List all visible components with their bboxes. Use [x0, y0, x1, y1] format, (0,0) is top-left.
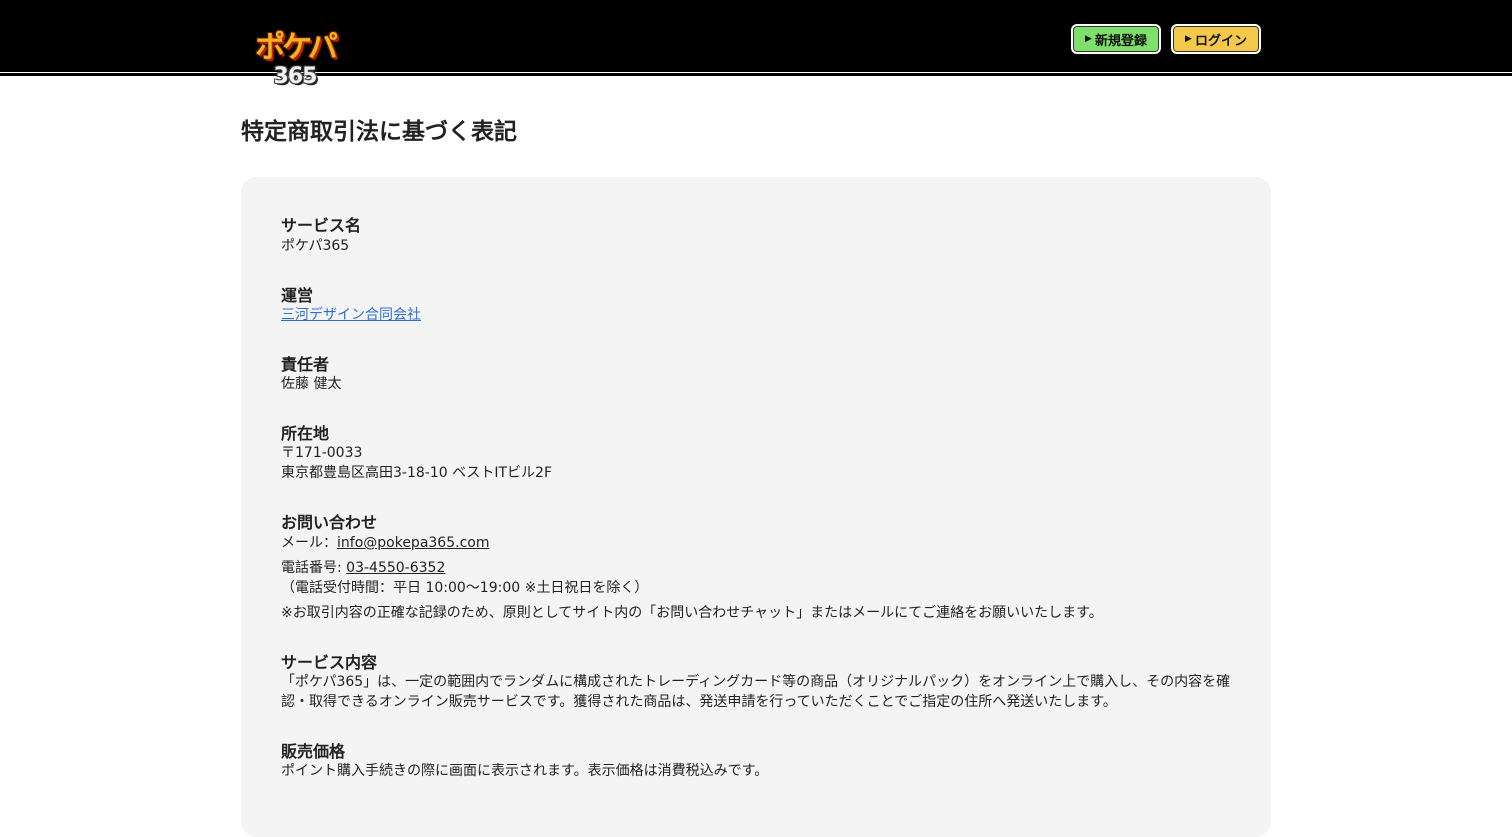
operator-heading: 運営	[281, 286, 314, 305]
contact-mail: メール：info@pokepa365.com	[281, 533, 489, 553]
service-content-text: 「ポケパ365」は、一定の範囲内でランダムに構成されたトレーディングカード等の商…	[281, 674, 1231, 710]
contact-hours: （電話受付時間：平日 10:00〜19:00 ※土日祝日を除く）	[281, 580, 649, 596]
operator-value: 三河デザイン合同会社	[281, 305, 421, 325]
mail-link[interactable]: info@pokepa365.com	[337, 535, 489, 551]
service-content-heading: サービス内容	[281, 653, 378, 672]
responsible-value: 佐藤 健太	[281, 376, 342, 392]
contact-heading: お問い合わせ	[281, 513, 378, 532]
service-name-value: ポケパ365	[281, 238, 350, 254]
play-arrow-icon: ▶	[1185, 34, 1192, 44]
price-text: ポイント購入手続きの際に画面に表示されます。表示価格は消費税込みです。	[281, 763, 769, 779]
register-button-label: 新規登録	[1094, 33, 1147, 49]
logo-wordmark: ポケパ	[255, 30, 338, 65]
play-arrow-icon: ▶	[1085, 34, 1092, 44]
address-heading: 所在地	[281, 424, 330, 443]
service-name-heading: サービス名	[281, 216, 362, 235]
register-button[interactable]: ▶ 新規登録	[1071, 24, 1161, 54]
address-postal: 〒171-0033	[281, 445, 363, 461]
contact-note: ※お取引内容の正確な記録のため、原則としてサイト内の「お問い合わせチャット」また…	[281, 605, 1103, 621]
contact-phone: 電話番号: 03-4550-6352	[281, 558, 445, 578]
login-button[interactable]: ▶ ログイン	[1171, 24, 1261, 54]
site-logo[interactable]: ポケパ 365	[240, 28, 350, 92]
responsible-heading: 責任者	[281, 355, 330, 374]
login-button-label: ログイン	[1194, 33, 1247, 49]
price-heading: 販売価格	[281, 742, 346, 761]
page-title: 特定商取引法に基づく表記	[241, 119, 517, 145]
header-bar	[0, 0, 1512, 72]
legal-info-panel	[241, 177, 1271, 837]
header-divider	[0, 73, 1512, 76]
logo-number: 365	[273, 64, 318, 89]
phone-link[interactable]: 03-4550-6352	[346, 560, 445, 576]
phone-label: 電話番号:	[281, 560, 347, 576]
mail-label: メール：	[281, 535, 337, 551]
operator-link[interactable]: 三河デザイン合同会社	[281, 307, 421, 323]
address-line: 東京都豊島区高田3-18-10 ベストITビル2F	[281, 465, 553, 481]
